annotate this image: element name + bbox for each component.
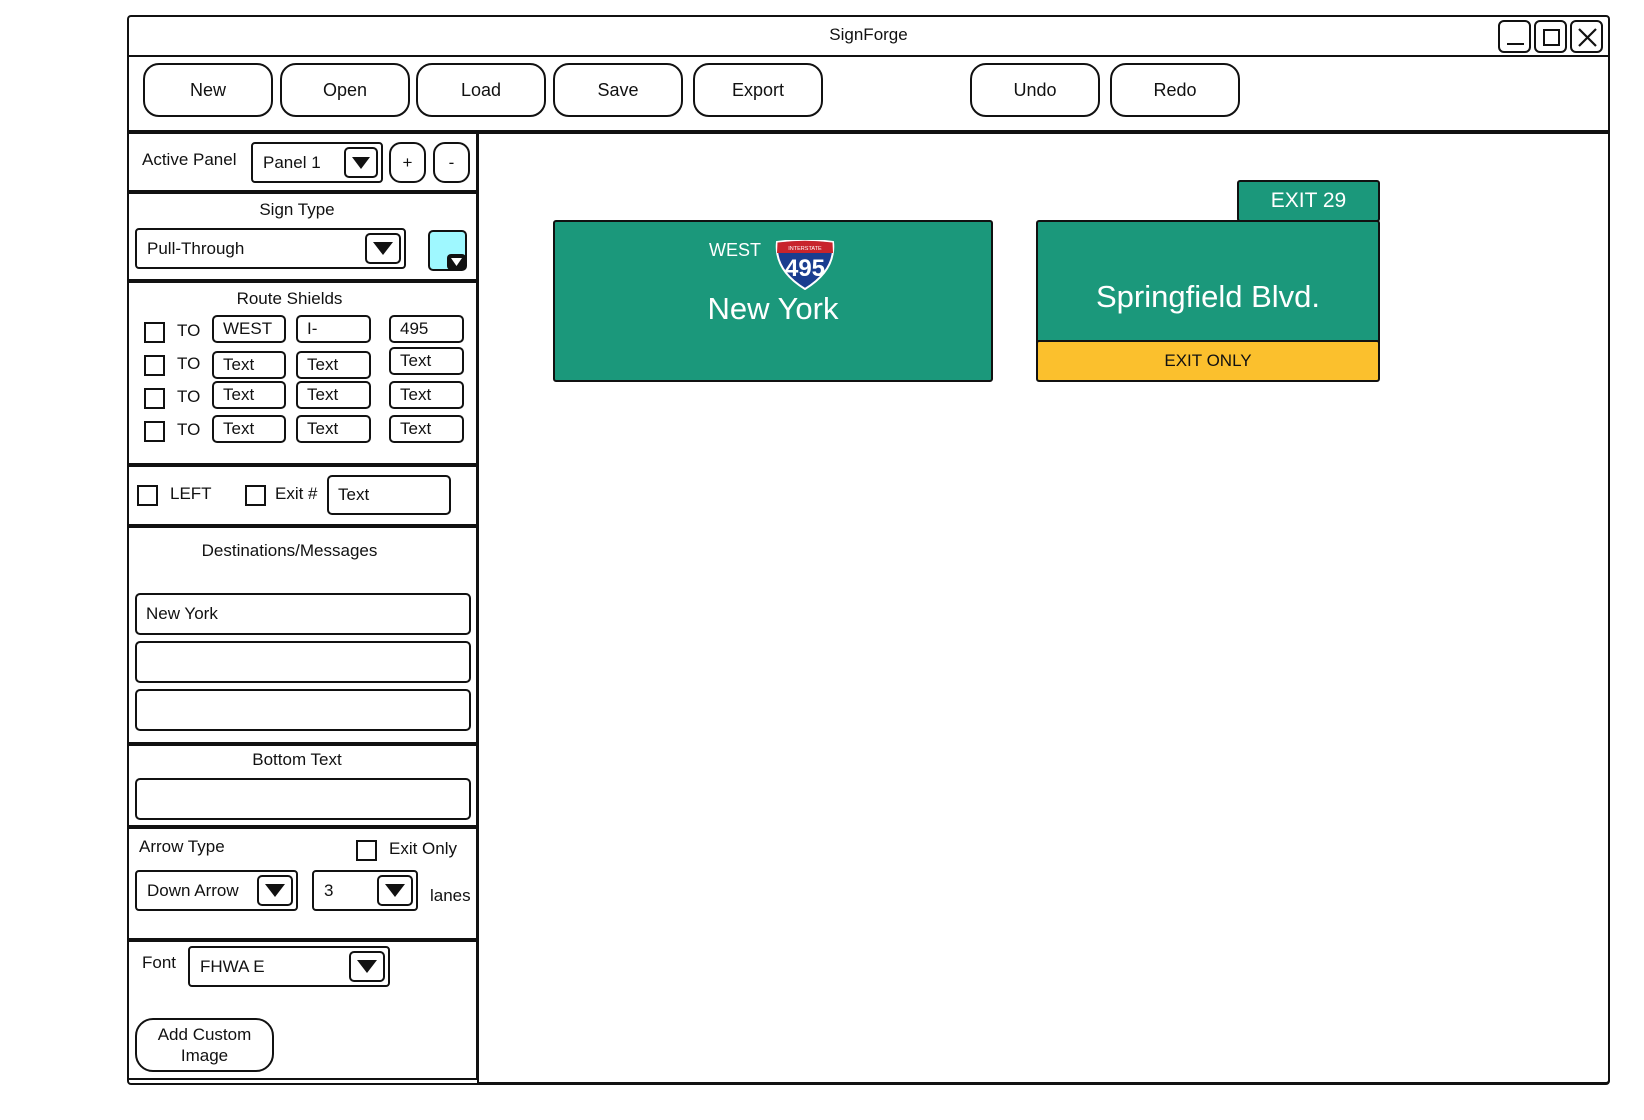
save-button[interactable]: Save: [553, 63, 683, 117]
open-button[interactable]: Open: [280, 63, 410, 117]
font-value: FHWA E: [200, 956, 265, 976]
close-button[interactable]: [1570, 20, 1603, 53]
undo-button[interactable]: Undo: [970, 63, 1100, 117]
sign1-destination: New York: [707, 291, 839, 326]
sign-panel-1[interactable]: WEST INTERSTATE 495 New York: [553, 220, 993, 382]
maximize-icon: [1543, 29, 1560, 46]
new-button[interactable]: New: [143, 63, 273, 117]
route-row-3-direction[interactable]: Text: [212, 381, 286, 409]
sign-panel-2[interactable]: Springfield Blvd. EXIT ONLY: [1036, 220, 1380, 382]
route-row-1-number[interactable]: 495: [389, 315, 464, 343]
left-exit-label: LEFT: [170, 484, 212, 503]
chevron-down-icon: [365, 233, 401, 264]
exit-only-checkbox[interactable]: [356, 840, 377, 861]
exit-tab[interactable]: EXIT 29: [1237, 180, 1380, 222]
active-panel-value: Panel 1: [263, 152, 321, 172]
minimize-button[interactable]: [1498, 20, 1531, 53]
route-row-3-checkbox[interactable]: [144, 388, 165, 409]
svg-text:495: 495: [785, 255, 825, 282]
font-label: Font: [142, 953, 177, 972]
load-button[interactable]: Load: [416, 63, 546, 117]
exit-tab-text: EXIT 29: [1270, 189, 1347, 212]
route-row-3-type[interactable]: Text: [296, 381, 371, 409]
exit-number-checkbox[interactable]: [245, 485, 266, 506]
route-row-1-direction[interactable]: WEST: [212, 315, 286, 343]
lanes-label: lanes: [430, 886, 471, 905]
arrow-type-dropdown[interactable]: Down Arrow: [135, 870, 298, 911]
window-title: SignForge: [829, 25, 908, 44]
exit-only-label: Exit Only: [389, 839, 458, 858]
exit-only-text: EXIT ONLY: [1164, 351, 1252, 370]
route-row-4-checkbox[interactable]: [144, 421, 165, 442]
route-row-4-number[interactable]: Text: [389, 415, 464, 443]
add-custom-image-button[interactable]: Add Custom Image: [135, 1018, 274, 1072]
chevron-down-icon: [257, 875, 293, 906]
route-shields-heading: Route Shields: [236, 289, 343, 308]
route-row-1-checkbox[interactable]: [144, 322, 165, 343]
remove-panel-button[interactable]: -: [433, 142, 470, 183]
route-row-2-type[interactable]: Text: [296, 351, 371, 379]
route-row-1-to: TO: [177, 321, 201, 340]
route-row-1-type[interactable]: I-: [296, 315, 371, 343]
redo-button[interactable]: Redo: [1110, 63, 1240, 117]
route-row-2-to: TO: [177, 354, 201, 373]
sign-color-picker[interactable]: [428, 230, 467, 271]
chevron-down-icon: [349, 951, 385, 982]
add-custom-image-label: Add Custom Image: [157, 1025, 252, 1065]
lanes-value: 3: [324, 880, 334, 900]
bottom-text-heading: Bottom Text: [252, 750, 342, 769]
arrow-type-label: Arrow Type: [139, 837, 225, 856]
caret-down-icon: [447, 254, 466, 270]
minimize-icon: [1507, 43, 1524, 45]
destinations-heading: Destinations/Messages: [201, 541, 378, 560]
exit-only-panel: EXIT ONLY: [1038, 340, 1378, 380]
route-row-3-number[interactable]: Text: [389, 381, 464, 409]
lanes-dropdown[interactable]: 3: [312, 870, 418, 911]
chevron-down-icon: [344, 147, 378, 178]
route-row-2-number[interactable]: Text: [389, 347, 464, 375]
route-row-2-checkbox[interactable]: [144, 355, 165, 376]
route-row-2-direction[interactable]: Text: [212, 351, 286, 379]
sign-type-dropdown[interactable]: Pull-Through: [135, 228, 406, 269]
sign1-direction: WEST: [709, 240, 761, 260]
bottom-text-input[interactable]: [135, 778, 471, 820]
active-panel-dropdown[interactable]: Panel 1: [251, 142, 383, 183]
svg-text:INTERSTATE: INTERSTATE: [788, 246, 822, 252]
title-bar: SignForge: [127, 15, 1610, 57]
maximize-button[interactable]: [1534, 20, 1567, 53]
route-row-4-type[interactable]: Text: [296, 415, 371, 443]
route-row-3-to: TO: [177, 387, 201, 406]
destination-line-1[interactable]: New York: [135, 593, 471, 635]
font-dropdown[interactable]: FHWA E: [188, 946, 390, 987]
destination-line-3[interactable]: [135, 689, 471, 731]
left-exit-checkbox[interactable]: [137, 485, 158, 506]
destination-line-2[interactable]: [135, 641, 471, 683]
exit-number-input[interactable]: Text: [327, 475, 451, 515]
export-button[interactable]: Export: [693, 63, 823, 117]
sign-type-heading: Sign Type: [259, 200, 335, 219]
close-icon: [1578, 28, 1597, 47]
arrow-type-value: Down Arrow: [147, 880, 239, 900]
sign2-destination: Springfield Blvd.: [1095, 279, 1320, 314]
route-row-4-to: TO: [177, 420, 201, 439]
chevron-down-icon: [377, 875, 413, 906]
interstate-shield-icon: INTERSTATE 495: [775, 240, 835, 290]
sign-type-value: Pull-Through: [147, 238, 245, 258]
add-panel-button[interactable]: +: [389, 142, 426, 183]
route-row-4-direction[interactable]: Text: [212, 415, 286, 443]
active-panel-label: Active Panel: [142, 150, 237, 169]
exit-number-label: Exit #: [275, 484, 318, 503]
